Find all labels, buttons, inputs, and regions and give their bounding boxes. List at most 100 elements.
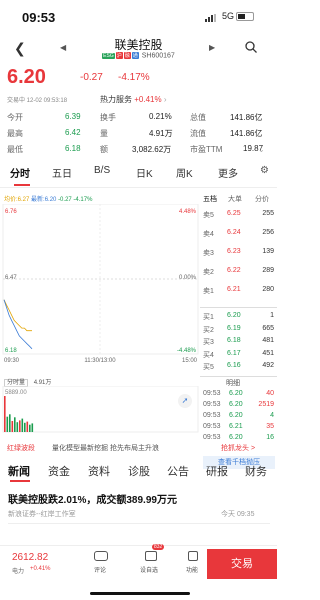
hot-service-link[interactable]: 热力服务 +0.41% ›	[100, 94, 167, 105]
bid-label: 买2	[203, 326, 214, 334]
news-tabs: 新闻 资金 资料 诊股 公告 研报 财务	[0, 461, 277, 481]
volume-header[interactable]: 分时量 4.91万	[4, 377, 51, 387]
y-label-bottom: 6.18	[5, 348, 17, 354]
ask-label: 卖2	[203, 269, 214, 276]
stat-label: 最低	[7, 145, 23, 154]
current-price: 6.20	[7, 66, 46, 88]
chart-tabs: 分时 五日 B/S 日K 周K 更多 ⚙	[0, 165, 277, 185]
tab-profile[interactable]: 资料	[88, 463, 110, 479]
stock-subline: ESG 沪融通 SH600167	[0, 52, 277, 59]
strip-left: 红绿波段	[7, 445, 35, 452]
ob-tab-five[interactable]: 五档	[203, 194, 217, 204]
ask-row: 卖3 6.23 139	[200, 248, 277, 259]
tab-research[interactable]: 研报	[206, 463, 228, 479]
tab-more[interactable]: 更多	[218, 165, 238, 180]
avg-label: 均价:6.27	[4, 197, 30, 203]
chevron-right-icon: ›	[163, 95, 167, 104]
ask-volume: 289	[262, 267, 274, 274]
comment-label: 评论	[94, 568, 107, 574]
ask-label: 卖5	[203, 212, 214, 219]
bid-volume: 481	[262, 337, 274, 344]
index-value[interactable]: 2612.82	[12, 552, 48, 563]
function-label: 功能	[186, 568, 199, 574]
tab-finance[interactable]: 财务	[245, 463, 267, 479]
tab-day-k[interactable]: 日K	[136, 165, 153, 180]
fullscreen-icon[interactable]: ➚	[178, 394, 192, 408]
y-label-top: 6.76	[5, 209, 17, 215]
stat-value: 6.39	[65, 112, 81, 121]
tab-news[interactable]: 新闻	[8, 463, 30, 479]
tick-time: 09:53	[203, 412, 221, 419]
y-label-mid: 6.47	[5, 275, 17, 281]
ask-label: 卖3	[203, 250, 214, 257]
stat-label: 市盈TTM	[190, 145, 223, 154]
tab-week-k[interactable]: 周K	[176, 165, 193, 180]
volume-bar	[4, 396, 6, 432]
ob-divider	[200, 376, 277, 377]
volume-bar	[19, 420, 21, 432]
ask-row: 卖5 6.25 255	[200, 210, 277, 221]
tab-five-day[interactable]: 五日	[52, 165, 72, 180]
tick-price: 6.20	[229, 434, 243, 441]
ask-price: 6.25	[227, 210, 241, 217]
volume-bar	[11, 421, 14, 432]
strip-middle: 量化模型最新挖掘 抢先布局主升浪	[52, 445, 159, 452]
bid-label: 买1	[203, 314, 214, 321]
function-icon[interactable]	[188, 551, 198, 561]
volume-bar	[6, 416, 9, 432]
ask-row: 卖4 6.24 256	[200, 229, 277, 240]
stats-grid: 今开 6.39 换手 0.21% 总值 141.86亿 最高 6.42 量 4.…	[7, 112, 277, 160]
stat-value: 6.18	[65, 144, 81, 153]
tag-connect: 通	[131, 52, 139, 59]
comment-icon[interactable]	[94, 551, 108, 561]
tab-bs[interactable]: B/S	[94, 165, 110, 176]
tab-indicator	[14, 184, 30, 186]
latest-label: 最新:6.20	[31, 197, 57, 203]
stat-label: 最高	[7, 129, 23, 138]
volume-bar	[21, 418, 24, 432]
news-time: 今天 09:35	[221, 511, 255, 518]
promo-strip[interactable]: 红绿波段 量化模型最新挖掘 抢先布局主升浪 抢抓龙头 >	[0, 442, 277, 456]
tick-volume: 40	[266, 390, 274, 397]
tab-intraday[interactable]: 分时	[10, 165, 30, 180]
stock-name: 联美控股	[114, 38, 163, 52]
stock-code: SH600167	[141, 52, 175, 60]
y-pct-top: 4.48%	[179, 209, 197, 215]
news-tab-indicator	[10, 480, 30, 482]
watchlist-icon[interactable]	[145, 551, 157, 561]
tab-funds[interactable]: 资金	[48, 463, 70, 479]
stat-value: 4.91万	[149, 129, 173, 138]
detail-label[interactable]: 明细	[226, 378, 240, 388]
ob-tab-price[interactable]: 分价	[255, 194, 269, 204]
settings-icon[interactable]: ⚙	[260, 165, 269, 176]
watchlist-label: 设自选	[140, 568, 159, 574]
news-headline[interactable]: 联美控股跌2.01%，成交额389.99万元	[8, 491, 177, 506]
volume-bar	[9, 414, 11, 432]
status-time: 09:53	[22, 10, 56, 25]
tick-volume: 35	[266, 423, 274, 430]
trade-button[interactable]: 交易	[207, 549, 277, 579]
expand-icon[interactable]: ⌄	[258, 145, 265, 154]
tick-volume: 2519	[258, 401, 274, 408]
ask-row: 卖2 6.22 289	[200, 267, 277, 278]
bid-price: 6.18	[227, 337, 241, 344]
info-change: -0.27	[58, 197, 72, 203]
x-label-mid: 11:30/13:00	[84, 358, 116, 364]
ob-tab-big[interactable]: 大单	[228, 194, 242, 204]
tick-volume: 16	[266, 434, 274, 441]
stat-value: 3,082.62万	[132, 145, 172, 154]
volume-bar	[24, 422, 26, 432]
tick-time: 09:53	[203, 401, 221, 408]
bid-volume: 451	[262, 349, 274, 357]
tab-diagnosis[interactable]: 诊股	[128, 463, 150, 479]
intraday-chart[interactable]: 6.76 6.47 6.18 4.48% 0.00% -4.48% 09:30 …	[0, 204, 200, 364]
stat-label: 量	[100, 129, 108, 138]
ask-volume: 280	[262, 286, 274, 293]
tick-price: 6.20	[229, 390, 243, 397]
bid-volume: 665	[262, 324, 274, 332]
price-change-pct: -4.17%	[118, 72, 150, 83]
index-label: 电力	[12, 569, 25, 575]
tab-announcements[interactable]: 公告	[167, 463, 189, 479]
signal-icon	[205, 14, 217, 22]
stat-value: 141.86亿	[230, 113, 263, 122]
